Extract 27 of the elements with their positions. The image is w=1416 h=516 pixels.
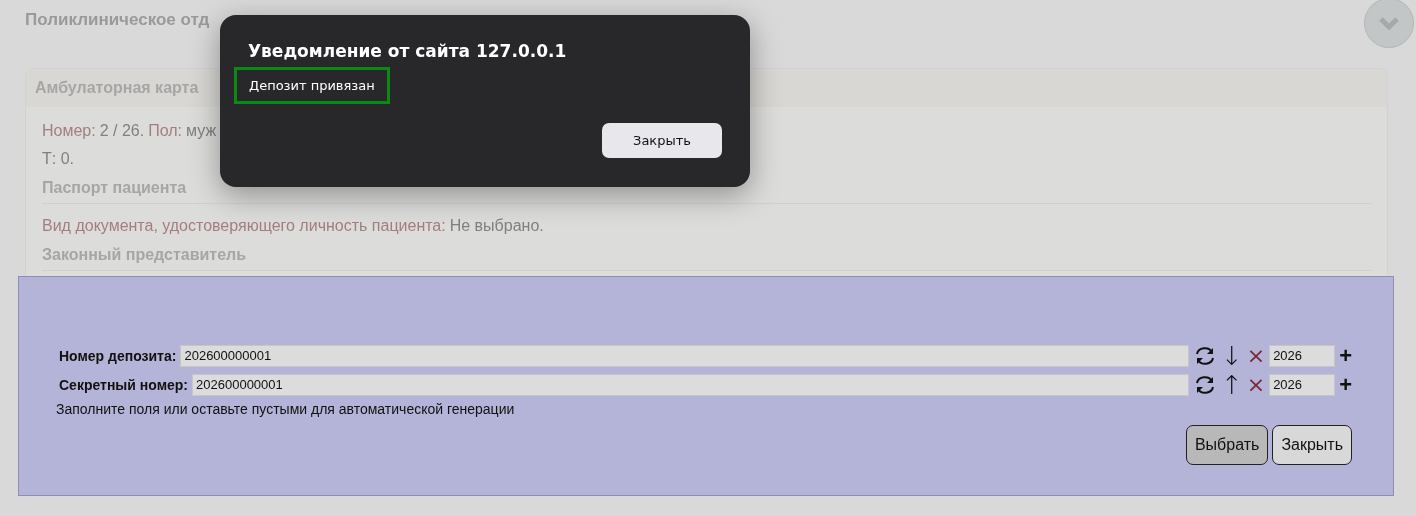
clear-icon[interactable]: × — [1246, 372, 1266, 397]
hint-text: Заполните поля или оставьте пустыми для автоматической генерации — [56, 401, 516, 417]
input-field[interactable]: 202600000001 — [192, 373, 1189, 396]
year-field[interactable]: 2026 — [1269, 373, 1336, 396]
chevron-down-icon — [1378, 16, 1400, 30]
add-icon[interactable]: + — [1339, 344, 1352, 367]
field-label: Секретный номер: — [59, 376, 188, 393]
field-value: муж — [186, 121, 217, 141]
year-field[interactable]: 2026 — [1269, 344, 1336, 367]
close-button[interactable]: Закрыть — [602, 123, 722, 158]
select-button[interactable]: Выбрать — [1185, 425, 1269, 465]
field-value: Не выбрано. — [449, 216, 544, 236]
clear-icon[interactable]: × — [1246, 343, 1266, 368]
field-label: Номер: — [42, 121, 96, 141]
add-icon[interactable]: + — [1339, 373, 1352, 396]
dialog-title: Уведомление от сайта 127.0.0.1 — [247, 41, 568, 61]
field-value: 2 / 26. — [99, 121, 145, 141]
field-label: Пол: — [148, 121, 182, 141]
page-title: Поликлиническое отд — [25, 10, 210, 31]
field-value: Т: 0. — [42, 149, 74, 169]
close-button[interactable]: Закрыть — [1272, 425, 1352, 465]
arrow-icon[interactable]: ↑ — [1220, 371, 1243, 398]
dialog-message: Депозит привязан — [234, 67, 390, 104]
field-label: Вид документа, удостоверяющего личность пациента: — [42, 216, 446, 236]
arrow-icon[interactable]: ↓ — [1220, 342, 1243, 369]
field-label: Номер депозита: — [59, 347, 177, 364]
input-field[interactable]: 202600000001 — [180, 344, 1189, 367]
